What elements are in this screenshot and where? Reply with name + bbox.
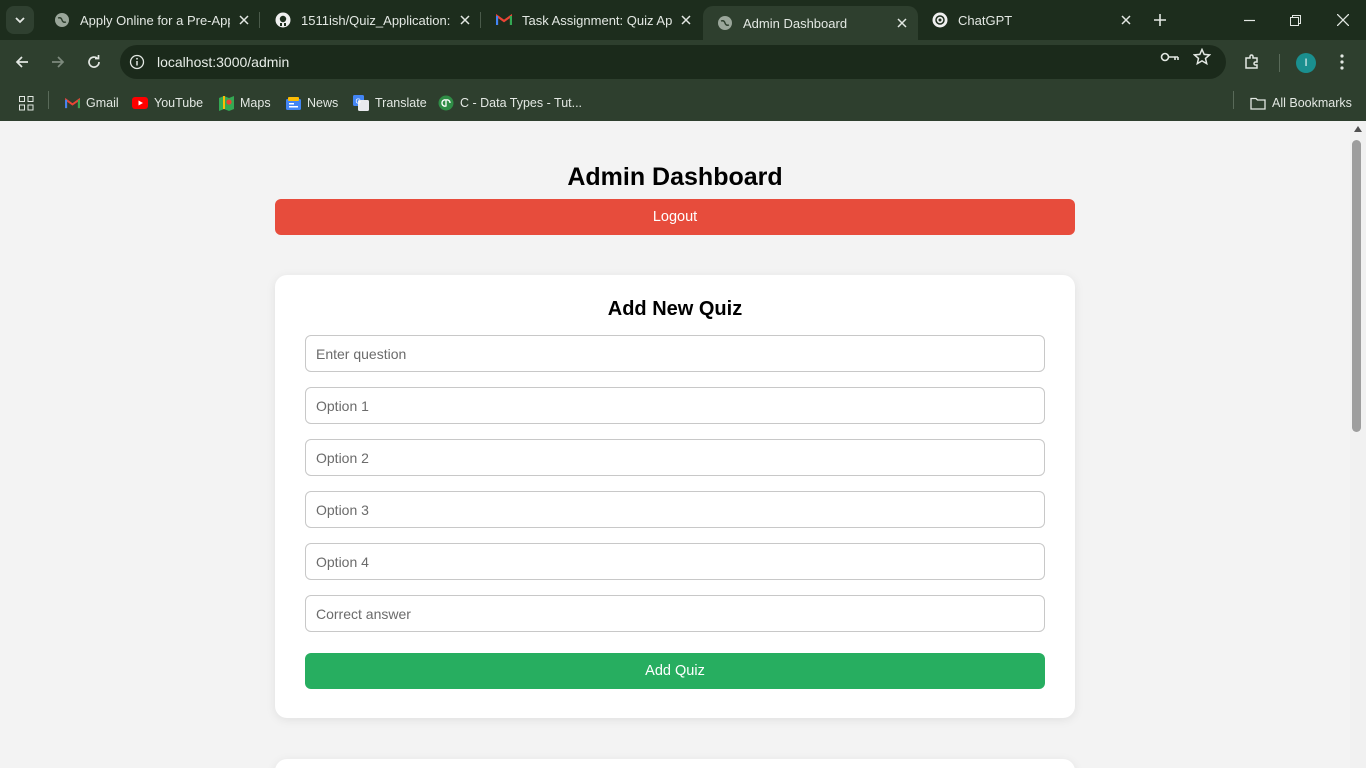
add-quiz-button[interactable]: Add Quiz — [305, 653, 1045, 689]
restore-button[interactable] — [1272, 0, 1318, 40]
option-4-input[interactable] — [305, 543, 1045, 580]
bookmark-label: All Bookmarks — [1272, 96, 1352, 110]
option-1-input[interactable] — [305, 387, 1045, 424]
bookmark-star-icon[interactable] — [1192, 47, 1212, 67]
news-icon — [285, 95, 301, 111]
quiz-list-card — [275, 759, 1075, 768]
browser-toolbar: localhost:3000/admin I — [0, 40, 1366, 85]
bookmark-label: C - Data Types - Tut... — [460, 96, 583, 110]
restore-icon — [1289, 14, 1301, 26]
site-info-icon[interactable] — [127, 52, 147, 72]
window-close-button[interactable] — [1320, 0, 1366, 40]
close-icon[interactable] — [1118, 12, 1134, 28]
tab-title: Task Assignment: Quiz Appli — [522, 12, 672, 28]
bookmarks-divider — [1233, 91, 1234, 109]
logout-button[interactable]: Logout — [275, 199, 1075, 235]
tab-github[interactable]: 1511ish/Quiz_Application: A — [261, 0, 481, 40]
forward-button[interactable] — [44, 48, 72, 76]
page-title: Admin Dashboard — [567, 163, 783, 191]
bookmark-c-data-types[interactable]: C - Data Types - Tut... — [438, 92, 582, 114]
tab-admin-dashboard[interactable]: Admin Dashboard — [703, 6, 918, 40]
tab-title: Admin Dashboard — [743, 15, 848, 31]
bookmark-youtube[interactable]: YouTube — [132, 92, 203, 114]
tab-title: Apply Online for a Pre-Approve — [80, 12, 230, 28]
bookmark-news[interactable]: News — [285, 92, 338, 114]
option-3-input[interactable] — [305, 491, 1045, 528]
chatgpt-icon — [932, 12, 948, 28]
globe-icon — [54, 12, 70, 28]
svg-text:G: G — [356, 99, 361, 106]
question-input[interactable] — [305, 335, 1045, 372]
gmail-icon — [496, 12, 512, 28]
tab-task-assignment[interactable]: Task Assignment: Quiz Appli — [482, 0, 702, 40]
apps-button[interactable] — [18, 92, 40, 114]
close-icon[interactable] — [894, 15, 910, 31]
bookmark-gmail[interactable]: Gmail — [64, 92, 119, 114]
browser-menu-button[interactable] — [1328, 48, 1356, 76]
minimize-icon — [1243, 19, 1255, 21]
scrollbar-thumb[interactable] — [1352, 140, 1361, 432]
more-vert-icon — [1340, 54, 1344, 70]
tab-chatgpt[interactable]: ChatGPT — [918, 0, 1142, 40]
bookmark-label: YouTube — [154, 96, 204, 110]
new-tab-button[interactable] — [1148, 8, 1172, 32]
bookmark-translate[interactable]: G Translate — [353, 92, 427, 114]
bookmark-label: Gmail — [86, 96, 119, 110]
back-button[interactable] — [8, 48, 36, 76]
bookmark-label: News — [307, 96, 339, 110]
url-text: localhost:3000/admin — [157, 54, 290, 70]
bookmark-label: Maps — [240, 96, 271, 110]
option-2-input[interactable] — [305, 439, 1045, 476]
add-quiz-heading: Add New Quiz — [607, 298, 743, 320]
all-bookmarks-button[interactable]: All Bookmarks — [1250, 92, 1352, 114]
reload-button[interactable] — [80, 48, 108, 76]
close-icon — [1337, 14, 1349, 26]
plus-icon — [1154, 14, 1166, 26]
tab-apply-online[interactable]: Apply Online for a Pre-Approve — [40, 0, 260, 40]
minimize-button[interactable] — [1226, 0, 1272, 40]
tab-title: 1511ish/Quiz_Application: A — [301, 12, 451, 28]
youtube-icon — [132, 95, 148, 111]
tab-search-button[interactable] — [6, 6, 34, 34]
bookmarks-bar: Gmail YouTube Maps News G Translate C - … — [0, 85, 1366, 121]
add-quiz-card: Add New Quiz Add Quiz — [275, 275, 1075, 718]
puzzle-icon — [1245, 54, 1258, 69]
close-icon[interactable] — [236, 12, 252, 28]
profile-avatar[interactable]: I — [1296, 53, 1316, 73]
correct-answer-input[interactable] — [305, 595, 1045, 632]
globe-icon — [717, 15, 733, 31]
arrow-right-icon — [52, 56, 65, 68]
reload-icon — [88, 55, 100, 68]
password-key-icon[interactable] — [1160, 47, 1180, 67]
address-bar[interactable]: localhost:3000/admin — [120, 45, 1226, 79]
page-viewport: Admin Dashboard Logout Add New Quiz Add … — [0, 121, 1350, 768]
bookmarks-divider — [48, 91, 49, 109]
maps-icon — [218, 95, 234, 111]
github-icon — [275, 12, 291, 28]
close-icon[interactable] — [678, 12, 694, 28]
chevron-down-icon — [15, 17, 25, 24]
extensions-button[interactable] — [1238, 48, 1266, 76]
gmail-icon — [64, 95, 80, 111]
caret-up-icon — [1354, 126, 1362, 132]
scroll-up-arrow[interactable] — [1351, 123, 1365, 135]
bookmark-label: Translate — [375, 96, 427, 110]
translate-icon: G — [353, 95, 369, 111]
tab-title: ChatGPT — [958, 12, 1013, 28]
apps-grid-icon — [18, 95, 34, 111]
bookmark-maps[interactable]: Maps — [218, 92, 271, 114]
tab-strip: Apply Online for a Pre-Approve 1511ish/Q… — [0, 0, 1366, 40]
tutorial-icon — [438, 95, 454, 111]
arrow-left-icon — [15, 56, 28, 68]
close-icon[interactable] — [457, 12, 473, 28]
folder-icon — [1250, 95, 1266, 111]
